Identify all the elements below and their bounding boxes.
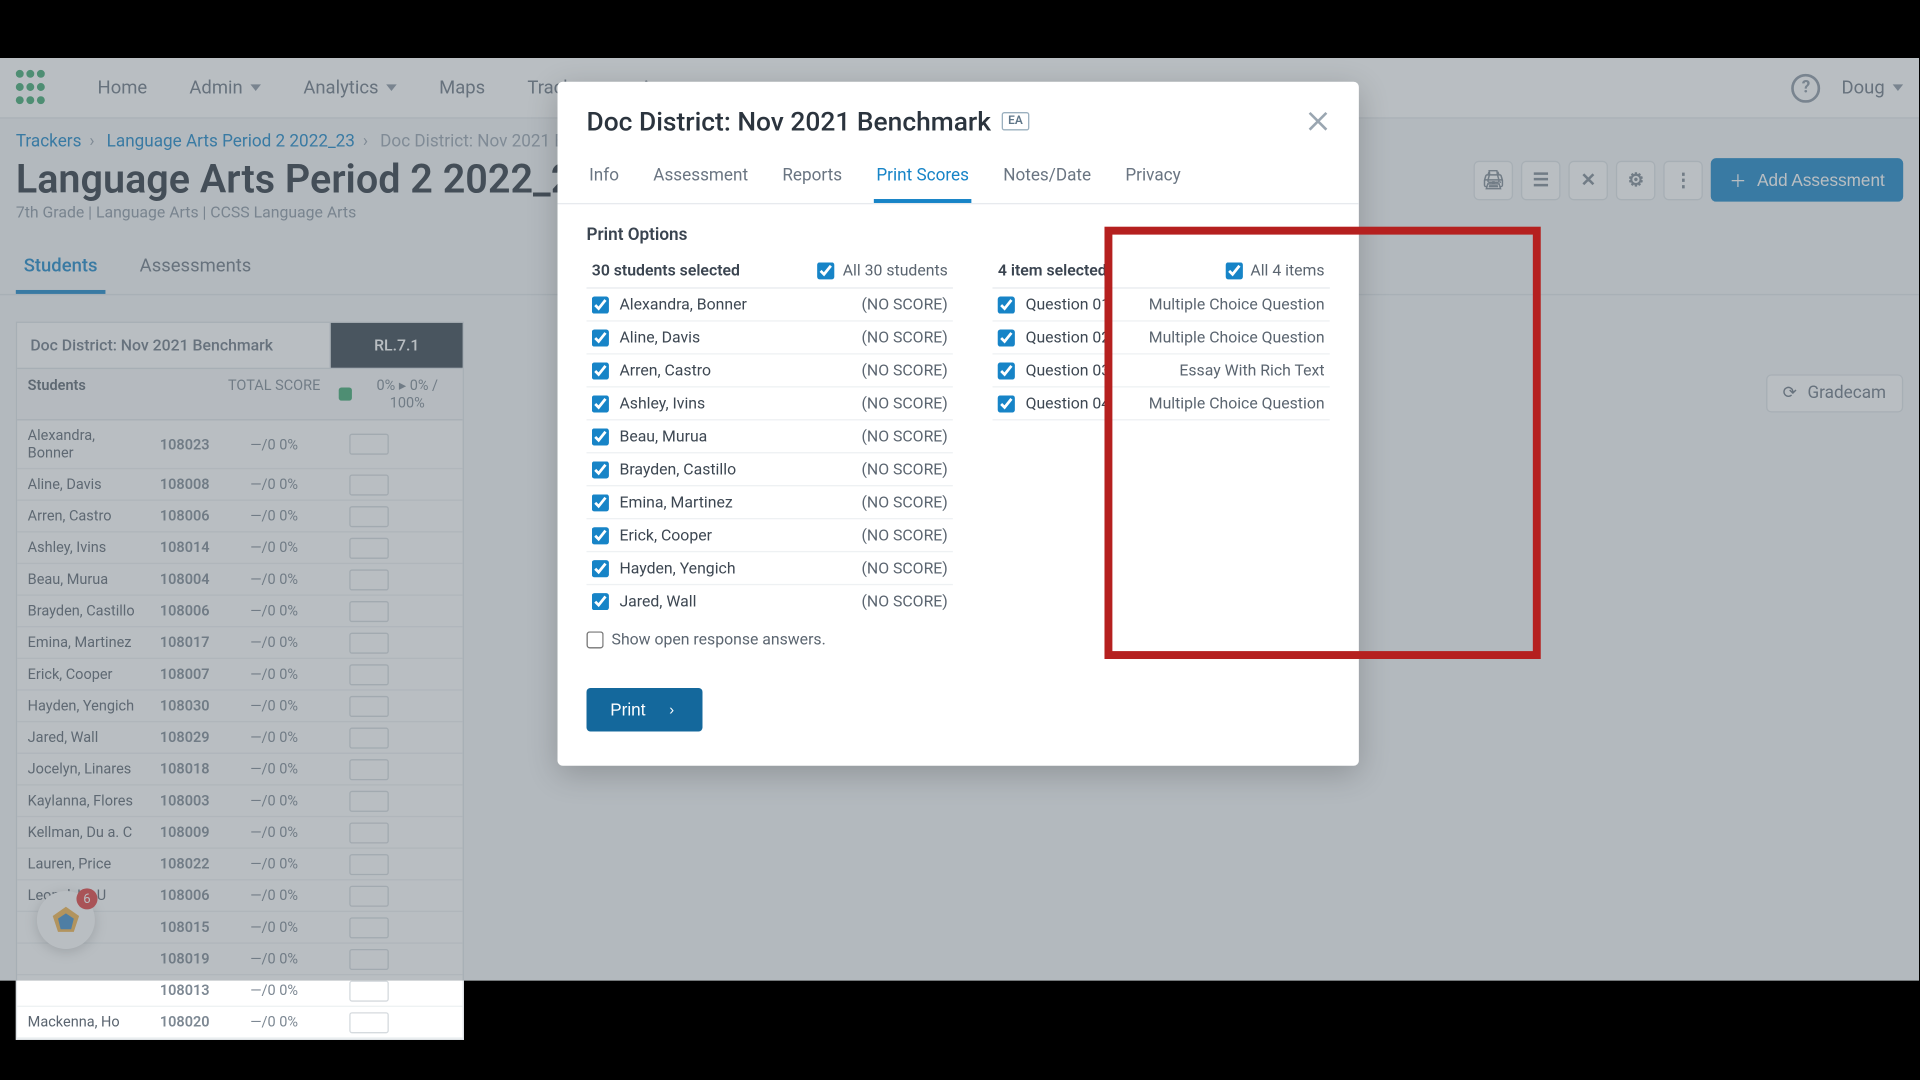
item-row[interactable]: Question 02Multiple Choice Question: [993, 322, 1330, 355]
table-row[interactable]: Mackenna, Ho108020—/0 0%: [17, 1007, 462, 1039]
all-items-checkbox[interactable]: All 4 items: [1225, 261, 1324, 279]
student-row[interactable]: Brayden, Castillo(NO SCORE): [587, 453, 954, 486]
student-row[interactable]: Arren, Castro(NO SCORE): [587, 355, 954, 388]
student-row[interactable]: Ashley, Ivins(NO SCORE): [587, 388, 954, 421]
chevron-right-icon: ›: [669, 702, 674, 718]
student-row[interactable]: Jared, Wall(NO SCORE): [587, 585, 954, 611]
student-row[interactable]: Aline, Davis(NO SCORE): [587, 322, 954, 355]
student-row[interactable]: Hayden, Yengich(NO SCORE): [587, 552, 954, 585]
ea-badge: EA: [1002, 112, 1030, 130]
modal-close-button[interactable]: [1306, 109, 1330, 133]
student-row[interactable]: Emina, Martinez(NO SCORE): [587, 486, 954, 519]
items-selected-label: 4 item selected: [998, 261, 1107, 279]
show-open-response-checkbox[interactable]: Show open response answers.: [587, 630, 1330, 648]
modal-tabs: Info Assessment Reports Print Scores Notes/D…: [558, 153, 1359, 204]
students-panel: 30 students selected All 30 students Ale…: [587, 258, 954, 611]
item-row[interactable]: Question 03Essay With Rich Text: [993, 355, 1330, 388]
modal-tab[interactable]: Privacy: [1123, 153, 1184, 203]
items-panel: 4 item selected All 4 items Question 01M…: [993, 258, 1330, 611]
modal-tab[interactable]: Print Scores: [874, 153, 972, 203]
modal-tab[interactable]: Reports: [780, 153, 845, 203]
item-row[interactable]: Question 01Multiple Choice Question: [993, 289, 1330, 322]
student-row[interactable]: Beau, Murua(NO SCORE): [587, 420, 954, 453]
students-selected-label: 30 students selected: [592, 261, 740, 279]
print-button[interactable]: Print›: [587, 688, 704, 731]
student-row[interactable]: Erick, Cooper(NO SCORE): [587, 519, 954, 552]
print-options-title: Print Options: [587, 225, 1330, 245]
modal-tab[interactable]: Notes/Date: [1001, 153, 1094, 203]
modal-tab[interactable]: Info: [587, 153, 622, 203]
all-students-checkbox[interactable]: All 30 students: [818, 261, 948, 279]
print-scores-modal: Doc District: Nov 2021 Benchmark EA Info…: [558, 82, 1359, 766]
student-row[interactable]: Alexandra, Bonner(NO SCORE): [587, 289, 954, 322]
modal-title: Doc District: Nov 2021 Benchmark EA: [587, 105, 1030, 137]
item-row[interactable]: Question 04Multiple Choice Question: [993, 388, 1330, 421]
modal-tab[interactable]: Assessment: [651, 153, 751, 203]
